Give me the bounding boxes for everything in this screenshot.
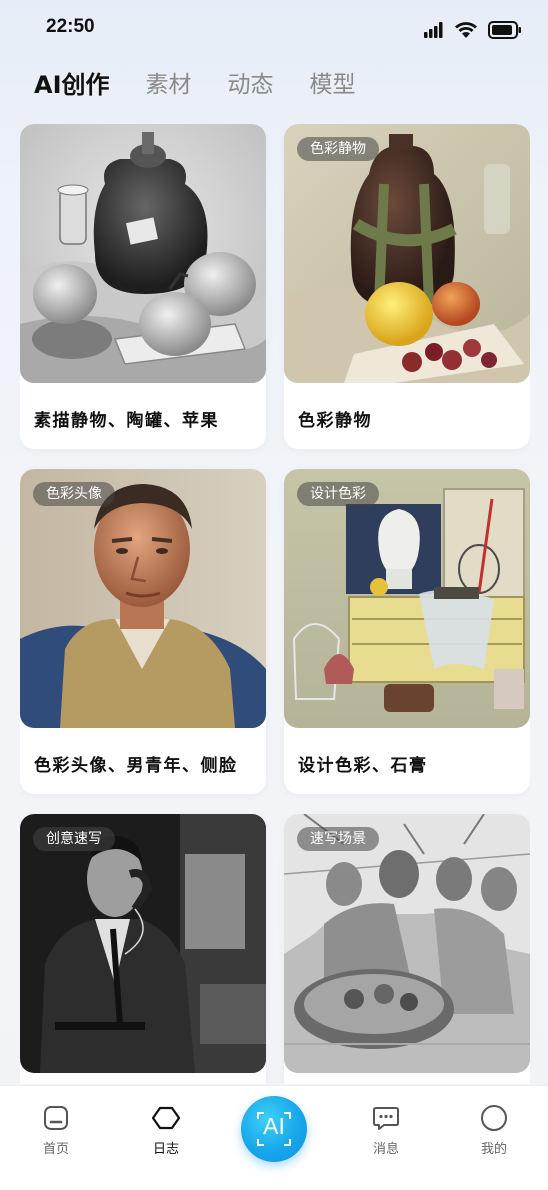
nav-messages[interactable]: 消息: [346, 1086, 426, 1166]
profile-icon: [481, 1105, 507, 1131]
ai-button-label: AI: [263, 1113, 285, 1139]
frame-corner-icon: [257, 1139, 264, 1146]
battery-icon: [488, 21, 521, 39]
hexagon-icon: [152, 1106, 180, 1130]
status-time: 22:50: [46, 16, 95, 37]
artwork-card[interactable]: 设计色彩 设计色彩、石膏: [284, 469, 530, 794]
artwork-title: 色彩静物: [298, 411, 372, 431]
artwork-card[interactable]: 色彩静物 色彩静物: [284, 124, 530, 449]
wifi-icon: [455, 22, 477, 38]
artwork-card[interactable]: 色彩头像 色彩头像、男青年、侧脸: [20, 469, 266, 794]
nav-log[interactable]: 日志: [126, 1086, 206, 1166]
nav-profile[interactable]: 我的: [454, 1086, 534, 1166]
artwork-card[interactable]: 速写场景: [284, 814, 530, 1084]
home-icon: [44, 1106, 68, 1130]
artwork-title: 素描静物、陶罐、苹果: [34, 411, 219, 431]
status-bar: 22:50: [0, 0, 548, 56]
artwork-image: [284, 814, 530, 1073]
nav-home-label: 首页: [42, 1142, 69, 1157]
category-tag: 色彩静物: [297, 137, 379, 161]
tab-feed[interactable]: 动态: [228, 65, 274, 99]
artwork-title: 色彩头像、男青年、侧脸: [34, 756, 238, 776]
cellular-signal-icon: [424, 22, 443, 38]
tab-ai-create[interactable]: AI创作: [34, 65, 110, 100]
artwork-image: [284, 469, 530, 728]
artwork-image: [20, 469, 266, 728]
artwork-grid: 素描静物、陶罐、苹果 色彩静物 色彩静物 色彩头像 色彩头像、男青年、侧脸 设计…: [20, 124, 530, 1084]
nav-log-label: 日志: [152, 1142, 179, 1157]
top-tabs: AI创作 素材 动态 模型: [34, 62, 392, 102]
artwork-title: 设计色彩、石膏: [298, 756, 428, 776]
category-tag: 速写场景: [297, 827, 379, 851]
nav-messages-label: 消息: [372, 1142, 399, 1157]
tab-materials[interactable]: 素材: [146, 65, 192, 99]
artwork-card[interactable]: 素描静物、陶罐、苹果: [20, 124, 266, 449]
nav-home[interactable]: 首页: [16, 1086, 96, 1166]
artwork-image: [20, 814, 266, 1073]
ai-create-button[interactable]: AI: [241, 1096, 307, 1162]
artwork-card[interactable]: 创意速写: [20, 814, 266, 1084]
bottom-navigation: 首页 日志 AI 消息 我的: [0, 1085, 548, 1190]
tab-models[interactable]: 模型: [310, 65, 356, 99]
artwork-image: [20, 124, 266, 383]
category-tag: 色彩头像: [33, 482, 115, 506]
nav-profile-label: 我的: [480, 1142, 507, 1157]
category-tag: 创意速写: [33, 827, 115, 851]
frame-corner-icon: [284, 1139, 291, 1146]
artwork-image: [284, 124, 530, 383]
category-tag: 设计色彩: [297, 482, 379, 506]
message-icon: [373, 1107, 399, 1130]
